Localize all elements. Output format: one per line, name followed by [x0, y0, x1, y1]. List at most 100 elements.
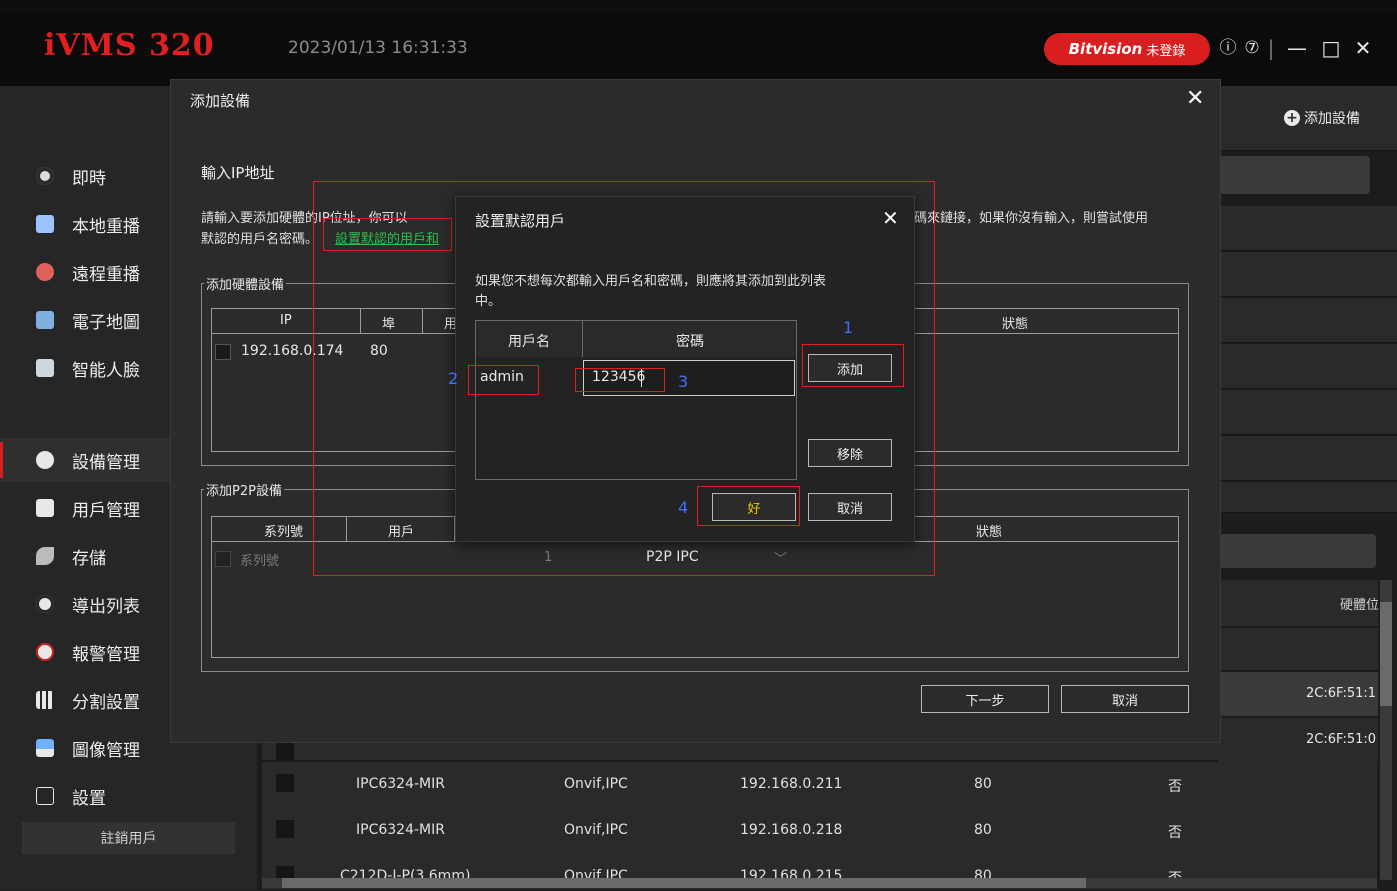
sidebar-item-settings[interactable]: 設置: [0, 774, 257, 818]
ip-cell: 192.168.0.211: [740, 776, 843, 792]
row-checkbox[interactable]: [276, 742, 294, 760]
serial-input-placeholder[interactable]: 系列號: [240, 550, 279, 569]
column-password: 密碼: [676, 334, 704, 350]
bg-row-partial: [262, 742, 1218, 760]
flag-cell: 否: [1168, 779, 1182, 795]
column-separator: [582, 321, 583, 357]
flag-cell: 否: [1168, 825, 1182, 841]
annotation-number-4: 4: [678, 498, 689, 517]
annotation-number-2: 2: [448, 369, 459, 388]
column-status: 狀態: [976, 525, 1003, 540]
scrollbar-thumb[interactable]: [1380, 602, 1392, 706]
p2p-group-label: 添加P2P設備: [206, 484, 282, 499]
image-icon: [36, 739, 54, 757]
login-button[interactable]: Bitvision 未登錄: [1044, 33, 1210, 65]
column-status: 狀態: [1002, 317, 1029, 332]
column-username: 用戶名: [508, 334, 550, 350]
local-playback-icon: [36, 215, 54, 233]
sidebar-item-label: 報警管理: [72, 644, 140, 665]
port-cell: 80: [974, 822, 992, 838]
table-row[interactable]: IPC6324-MIR Onvif,IPC 192.168.0.211 80 否: [262, 762, 1377, 809]
protocol-cell: Onvif,IPC: [564, 822, 628, 838]
datetime-display: 2023/01/13 16:31:33: [288, 38, 468, 58]
row-checkbox[interactable]: [276, 820, 294, 838]
horizontal-scrollbar-thumb[interactable]: [282, 878, 1086, 888]
settings-icon: [36, 787, 54, 805]
bg-row: [1218, 482, 1397, 513]
sidebar-item-label: 智能人臉: [72, 360, 140, 381]
sidebar-item-label: 設置: [72, 788, 106, 809]
sub-dialog-description: 如果您不想每次都輸入用戶名和密碼，則應將其添加到此列表: [475, 274, 827, 289]
sidebar-item-label: 設備管理: [72, 452, 140, 473]
bg-row: [1218, 390, 1397, 435]
split-icon: [36, 691, 54, 709]
app-logo: iVMS 320: [44, 28, 215, 63]
sidebar-item-label: 用戶管理: [72, 500, 140, 521]
model-cell: IPC6324-MIR: [356, 822, 445, 838]
annotation-number-1: 1: [843, 318, 854, 337]
emap-icon: [36, 311, 54, 329]
logout-button[interactable]: 註銷用戶: [22, 822, 235, 854]
dialog-close-icon[interactable]: ✕: [1186, 86, 1204, 111]
description-text: 默認的用戶名密碼。: [201, 232, 319, 247]
bg-row: [1218, 298, 1397, 343]
close-icon[interactable]: ✕: [1350, 34, 1376, 62]
remove-user-button[interactable]: 移除: [808, 439, 892, 467]
info-icon[interactable]: ⓘ: [1218, 34, 1238, 62]
search-field[interactable]: [1218, 156, 1370, 194]
mac-cell: 2C:6F:51:0: [1306, 732, 1377, 747]
bg-row: [1218, 436, 1397, 481]
sidebar-item-label: 電子地圖: [72, 312, 140, 333]
annotation-username-box: [468, 365, 539, 395]
next-button[interactable]: 下一步: [921, 685, 1049, 713]
sub-dialog-description: 中。: [475, 294, 502, 309]
sub-cancel-button[interactable]: 取消: [808, 493, 892, 521]
bg-row: [1218, 206, 1397, 251]
sub-dialog-title: 設置默認用戶: [475, 212, 566, 230]
row-checkbox[interactable]: [215, 344, 231, 360]
maximize-icon[interactable]: □: [1318, 34, 1344, 62]
sub-dialog-close-icon[interactable]: ✕: [882, 206, 899, 230]
user-icon: [36, 499, 54, 517]
annotation-password-box: [575, 368, 665, 392]
annotation-add-box: [802, 344, 904, 387]
annotation-ok-box: [697, 486, 800, 526]
description-text: 碼來鏈接，如果你沒有輸入，則嘗試使用: [914, 211, 1149, 226]
port-cell: 80: [974, 776, 992, 792]
ip-cell: 192.168.0.218: [740, 822, 843, 838]
cancel-button[interactable]: 取消: [1061, 685, 1189, 713]
annotation-number-3: 3: [678, 372, 689, 391]
add-device-button[interactable]: + 添加設備: [1284, 108, 1360, 128]
brand-label: Bitvision: [1068, 40, 1143, 58]
sidebar-item-label: 即時: [72, 168, 106, 189]
bg-row: [1218, 344, 1397, 389]
mac-cell: 2C:6F:51:1: [1306, 686, 1377, 701]
device-icon: [36, 451, 54, 469]
bg-row: [1218, 252, 1397, 297]
add-device-label: 添加設備: [1304, 111, 1360, 127]
help-icon[interactable]: ⑦: [1242, 34, 1262, 62]
bg-row: [1218, 628, 1378, 671]
live-icon: [36, 167, 54, 185]
column-serial: 系列號: [264, 525, 304, 540]
storage-icon: [36, 547, 54, 565]
annotation-link-box: [323, 218, 452, 251]
table-row[interactable]: IPC6324-MIR Onvif,IPC 192.168.0.218 80 否: [262, 808, 1377, 855]
dialog-title: 添加設備: [190, 92, 251, 110]
ip-section-title: 輸入IP地址: [201, 164, 275, 182]
hardware-group-label: 添加硬體設備: [206, 278, 285, 293]
sidebar-item-label: 本地重播: [72, 216, 140, 237]
toolbar-divider: |: [1267, 36, 1275, 60]
minimize-icon[interactable]: —: [1284, 34, 1310, 62]
row-checkbox[interactable]: [276, 774, 294, 792]
row-checkbox[interactable]: [215, 551, 231, 567]
remote-playback-icon: [36, 263, 54, 281]
filter-field[interactable]: [1218, 534, 1376, 568]
protocol-cell: Onvif,IPC: [564, 776, 628, 792]
sidebar-item-label: 導出列表: [72, 596, 140, 617]
login-status: 未登錄: [1146, 43, 1186, 59]
plus-icon: +: [1284, 110, 1300, 126]
sidebar-item-label: 遠程重播: [72, 264, 140, 285]
column-ip: IP: [280, 313, 292, 328]
sidebar-item-label: 存儲: [72, 548, 106, 569]
